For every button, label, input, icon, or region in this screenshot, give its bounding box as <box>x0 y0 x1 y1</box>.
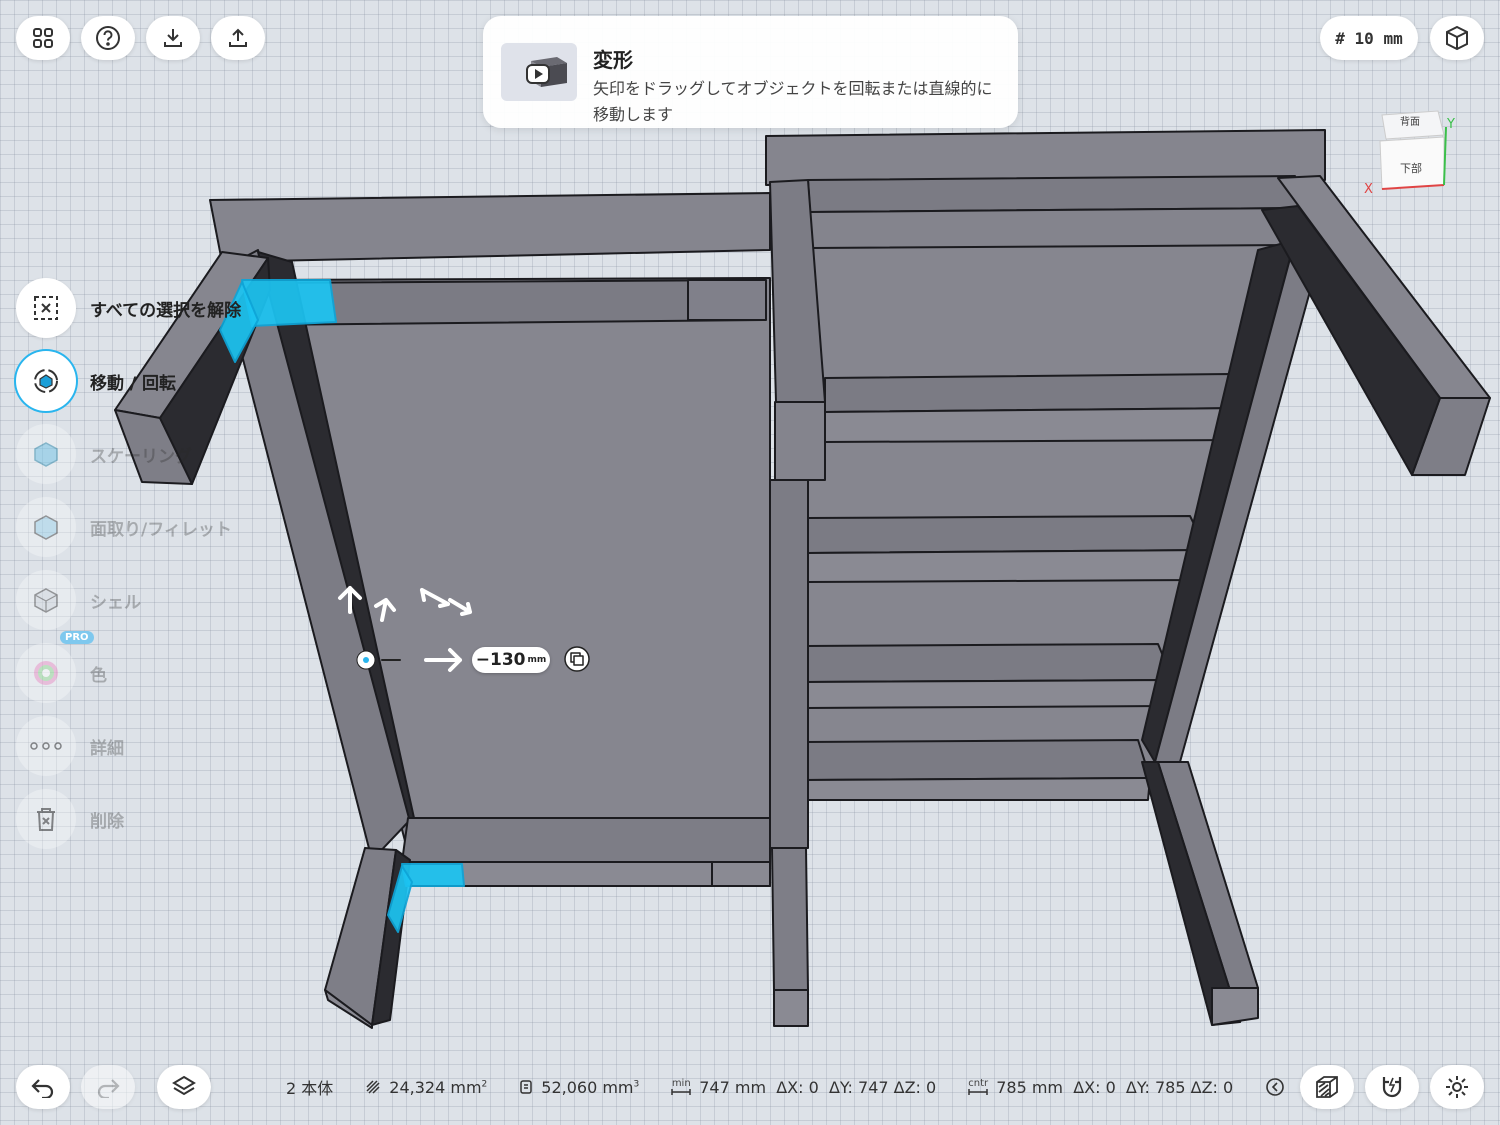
scaling-icon <box>16 424 76 484</box>
menu-deselect-all[interactable]: すべての選択を解除 <box>16 278 436 338</box>
magnet-icon <box>1382 1077 1402 1098</box>
axis-y-label: Y <box>1447 117 1455 132</box>
shelf-4-front[interactable] <box>804 777 1151 801</box>
menu-shell-label: シェル <box>90 593 141 613</box>
snap-button[interactable] <box>1365 1065 1419 1109</box>
help-button[interactable] <box>81 16 135 60</box>
axis-x-label: X <box>1364 182 1373 197</box>
center-post-lower[interactable] <box>769 479 809 849</box>
menu-chamfer-fillet[interactable]: 面取り/フィレット <box>16 497 436 557</box>
move-distance-unit: mm <box>527 655 547 665</box>
undo-icon <box>31 1079 54 1098</box>
download-icon <box>164 29 182 47</box>
min-distance-icon: min <box>671 1078 691 1096</box>
min-distance: 747 mm ΔX: 0 ΔY: 747 ΔZ: 0 <box>699 1077 937 1097</box>
menu-chamfer-fillet-label: 面取り/フィレット <box>90 520 232 540</box>
left-bottom-block[interactable] <box>711 861 771 887</box>
area-icon <box>366 1080 380 1094</box>
shelf-1-top[interactable] <box>824 373 1246 413</box>
hint-toast: 変形 矢印をドラッグしてオブジェクトを回転または直線的に移動します <box>483 16 1018 128</box>
color-icon <box>16 643 76 703</box>
move-distance-value: −130 <box>475 650 526 670</box>
menu-delete[interactable]: 削除 <box>16 789 436 849</box>
volume: 52,060 mm3 <box>541 1077 640 1097</box>
move-rotate-icon <box>16 351 76 411</box>
shelf-4-top[interactable] <box>804 739 1151 781</box>
deselect-icon <box>16 278 76 338</box>
trash-icon <box>16 789 76 849</box>
menu-details-label: 詳細 <box>90 739 124 759</box>
menu-scaling[interactable]: スケーリング <box>16 424 436 484</box>
center-leg-bottom[interactable] <box>773 989 809 1027</box>
hint-video-thumbnail[interactable] <box>501 43 577 101</box>
shelf-3-front[interactable] <box>805 679 1174 709</box>
collapse-status-icon[interactable] <box>1265 1077 1285 1097</box>
body-count: 2 本体 <box>286 1079 334 1098</box>
menu-color-label: 色 <box>90 666 107 686</box>
play-video-icon <box>526 57 567 87</box>
left-upper-block[interactable] <box>687 279 767 321</box>
settings-button[interactable] <box>1430 1065 1484 1109</box>
status-bar: 2 本体 24,324 mm2 52,060 mm3 min 747 mm ΔX… <box>286 1075 1285 1099</box>
view-cube-top-face: 背面 <box>1400 117 1420 128</box>
hint-title: 変形 <box>593 48 633 72</box>
left-top-board[interactable] <box>209 192 771 263</box>
center-distance-icon: cntr <box>968 1078 988 1096</box>
menu-scaling-label: スケーリング <box>90 447 192 467</box>
redo-icon <box>97 1079 120 1098</box>
cube-view-icon <box>1446 25 1468 51</box>
menu-move-rotate[interactable]: 移動 / 回転 <box>16 351 436 411</box>
menu-shell[interactable]: シェル <box>16 570 436 630</box>
grid-size-label: # 10 mm <box>1335 28 1403 48</box>
view-cube[interactable]: 背面 下部 X Y <box>1360 105 1460 200</box>
shelf-2-top[interactable] <box>807 515 1208 554</box>
export-button[interactable] <box>211 16 265 60</box>
grid-size-button[interactable]: # 10 mm <box>1320 16 1418 60</box>
surface-area: 24,324 mm2 <box>389 1077 488 1097</box>
grid-icon <box>33 28 53 48</box>
center-post-block[interactable] <box>774 401 826 481</box>
layers-button[interactable] <box>157 1065 211 1109</box>
grid-menu-button[interactable] <box>16 16 70 60</box>
center-distance: 785 mm ΔX: 0 ΔY: 785 ΔZ: 0 <box>996 1077 1234 1097</box>
menu-move-rotate-label: 移動 / 回転 <box>90 374 177 394</box>
right-leg-bottom[interactable] <box>1211 987 1259 1026</box>
import-button[interactable] <box>146 16 200 60</box>
left-bottom-rail[interactable] <box>401 817 771 863</box>
redo-button[interactable] <box>81 1065 135 1109</box>
view-cube-front-face: 下部 <box>1400 162 1422 175</box>
volume-icon <box>520 1080 533 1094</box>
more-icon <box>16 716 76 776</box>
menu-details[interactable]: 詳細 <box>16 716 436 776</box>
chamfer-icon <box>16 497 76 557</box>
right-top-rail-front[interactable] <box>809 207 1299 249</box>
pro-badge: PRO <box>60 631 94 644</box>
hint-body: 矢印をドラッグしてオブジェクトを回転または直線的に移動します <box>593 79 993 124</box>
menu-deselect-all-label: すべての選択を解除 <box>90 301 242 321</box>
hatched-cube-icon <box>1316 1076 1338 1098</box>
upload-icon <box>229 28 247 47</box>
view-mode-button[interactable] <box>1430 16 1484 60</box>
move-distance-label[interactable]: −130 mm <box>472 647 550 673</box>
shelf-1-front[interactable] <box>824 407 1246 443</box>
help-icon <box>96 26 120 50</box>
shell-icon <box>16 570 76 630</box>
viewport-3d[interactable] <box>0 0 1500 1125</box>
shelf-3-top[interactable] <box>805 643 1174 683</box>
right-top-rail[interactable] <box>807 175 1299 213</box>
render-mode-button[interactable] <box>1300 1065 1354 1109</box>
shelf-2-front[interactable] <box>807 549 1208 583</box>
undo-button[interactable] <box>16 1065 70 1109</box>
layers-icon <box>172 1075 196 1096</box>
center-leg[interactable] <box>771 847 809 991</box>
gear-icon <box>1446 1076 1468 1098</box>
menu-delete-label: 削除 <box>90 812 124 832</box>
menu-color[interactable]: PRO 色 <box>16 631 436 703</box>
